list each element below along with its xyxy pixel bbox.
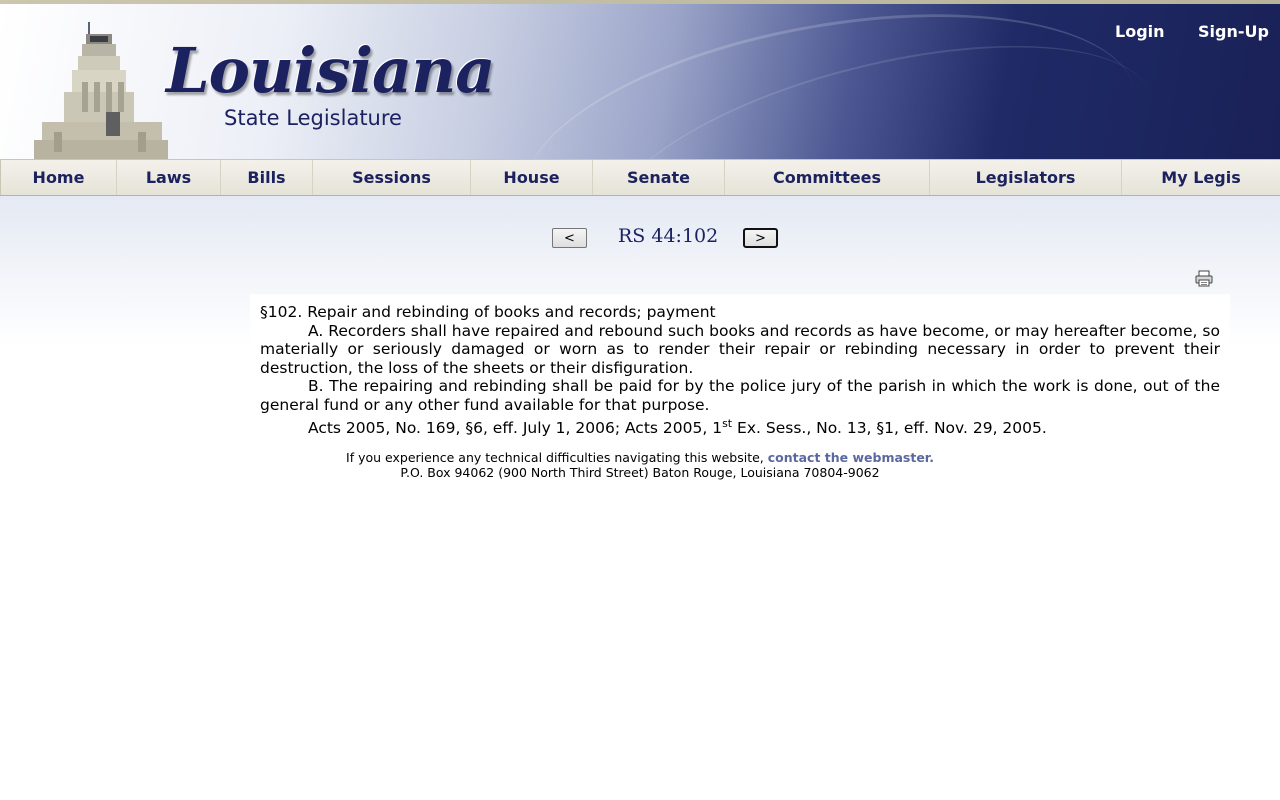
nav-item-laws[interactable]: Laws bbox=[116, 160, 220, 195]
capitol-building-image bbox=[34, 22, 168, 159]
login-link[interactable]: Login bbox=[1115, 22, 1165, 41]
footer-difficulty-text: If you experience any technical difficul… bbox=[346, 450, 768, 465]
history-text-part2: Ex. Sess., No. 13, §1, eff. Nov. 29, 200… bbox=[732, 418, 1047, 437]
nav-item-my-legis[interactable]: My Legis bbox=[1121, 160, 1280, 195]
nav-item-bills[interactable]: Bills bbox=[220, 160, 312, 195]
footer-help-line: If you experience any technical difficul… bbox=[250, 450, 1030, 465]
footer-address: P.O. Box 94062 (900 North Third Street) … bbox=[400, 465, 880, 480]
page: Louisiana State Legislature Login Sign-U… bbox=[0, 0, 1280, 800]
law-history-note: Acts 2005, No. 169, §6, eff. July 1, 200… bbox=[260, 416, 1220, 438]
signup-link[interactable]: Sign-Up bbox=[1198, 22, 1269, 41]
nav-item-house[interactable]: House bbox=[470, 160, 592, 195]
nav-item-sessions[interactable]: Sessions bbox=[312, 160, 470, 195]
law-pager: < RS 44:102 > bbox=[0, 224, 1280, 252]
printer-icon[interactable] bbox=[1195, 270, 1213, 287]
contact-webmaster-link[interactable]: contact the webmaster. bbox=[768, 450, 934, 465]
header-banner: Louisiana State Legislature Login Sign-U… bbox=[0, 4, 1280, 159]
history-text-part1: Acts 2005, No. 169, §6, eff. July 1, 200… bbox=[308, 418, 723, 437]
nav-item-home[interactable]: Home bbox=[0, 160, 116, 195]
law-heading: §102. Repair and rebinding of books and … bbox=[260, 303, 716, 321]
law-citation-title: RS 44:102 bbox=[618, 225, 719, 247]
next-law-button[interactable]: > bbox=[743, 228, 778, 248]
nav-item-committees[interactable]: Committees bbox=[724, 160, 929, 195]
logo-subtitle: State Legislature bbox=[224, 106, 402, 130]
history-ordinal-suffix: st bbox=[722, 416, 733, 430]
logo-title: Louisiana bbox=[166, 34, 495, 107]
main-nav: Home Laws Bills Sessions House Senate Co… bbox=[0, 159, 1280, 196]
page-footer: If you experience any technical difficul… bbox=[250, 450, 1030, 480]
nav-item-legislators[interactable]: Legislators bbox=[929, 160, 1121, 195]
law-text-document: §102. Repair and rebinding of books and … bbox=[250, 294, 1230, 444]
previous-law-button[interactable]: < bbox=[552, 228, 587, 248]
law-paragraph-b: B. The repairing and rebinding shall be … bbox=[260, 377, 1220, 414]
law-paragraph-a: A. Recorders shall have repaired and reb… bbox=[260, 321, 1220, 377]
nav-item-senate[interactable]: Senate bbox=[592, 160, 724, 195]
